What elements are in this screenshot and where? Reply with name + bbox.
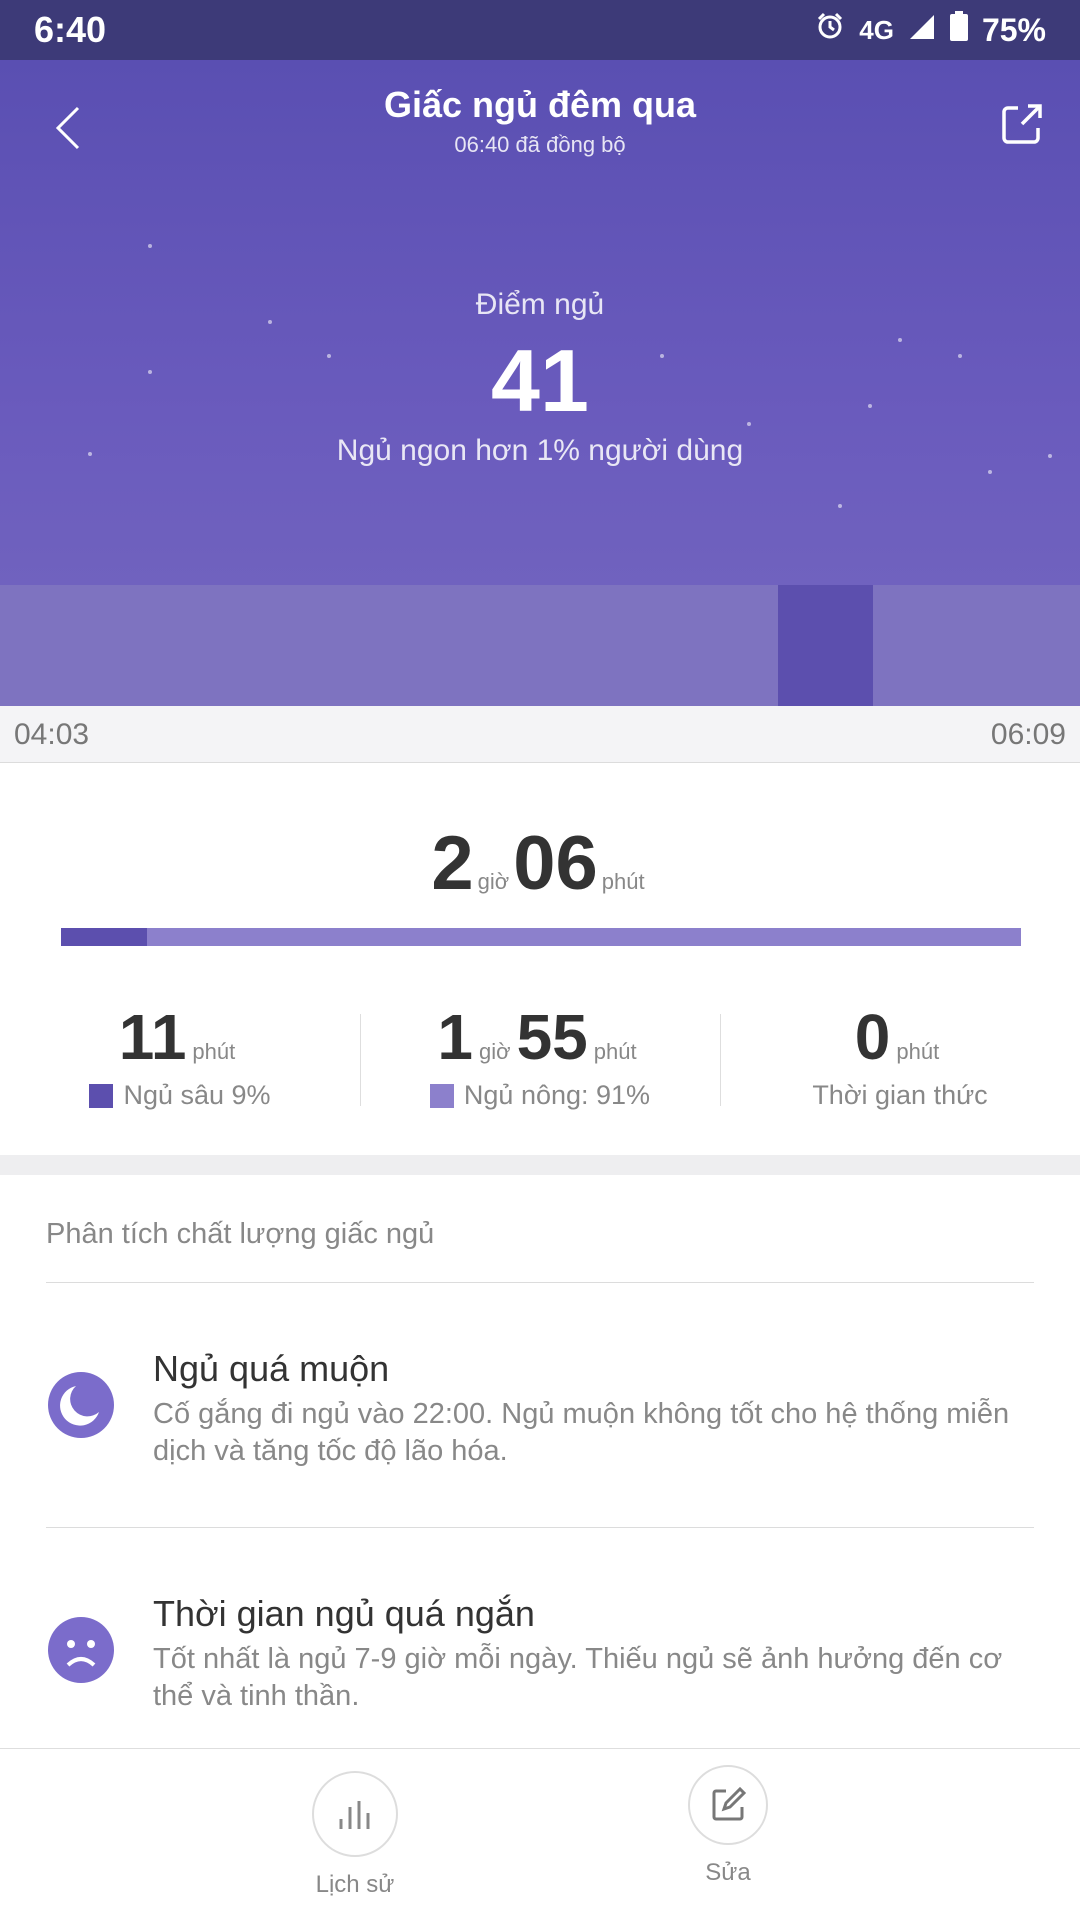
light-sleep-swatch	[429, 1083, 454, 1108]
divider	[46, 1282, 1034, 1283]
status-bar: 6:40 4G 75%	[0, 0, 1080, 60]
hours-unit: giờ	[477, 869, 510, 894]
awake-stat: 0 phút Thời gian thức	[720, 1000, 1080, 1110]
edit-button[interactable]: Sửa	[648, 1765, 808, 1887]
light-minutes-unit: phút	[593, 1039, 637, 1064]
history-button[interactable]: Lịch sử	[275, 1771, 435, 1899]
divider	[46, 1527, 1034, 1528]
total-duration: 2 giờ06 phút	[0, 820, 1080, 907]
battery-level: 75%	[981, 11, 1046, 48]
sync-status: 06:40 đã đồng bộ	[454, 132, 626, 157]
light-hours-unit: giờ	[479, 1039, 511, 1064]
sleep-ratio-bar	[61, 928, 1021, 946]
edit-icon	[688, 1765, 768, 1845]
sleep-score: 41	[491, 331, 589, 430]
share-icon	[1002, 104, 1042, 144]
edit-label: Sửa	[705, 1859, 751, 1886]
deep-sleep-value: 11	[118, 1001, 187, 1073]
awake-unit: phút	[896, 1039, 940, 1064]
duration-hours: 2	[431, 821, 474, 906]
bottom-action-bar: Lịch sử Sửa	[0, 1748, 1080, 1920]
score-label: Điểm ngủ	[475, 288, 605, 321]
sleep-stats: 11 phút Ngủ sâu 9% 1 giờ55 phút Ngủ nông: 9…	[0, 1000, 1080, 1110]
history-label: Lịch sử	[315, 1871, 395, 1898]
chart-icon	[312, 1771, 398, 1857]
signal-icon	[908, 12, 936, 49]
deep-sleep-unit: phút	[192, 1039, 236, 1064]
duration-minutes: 06	[513, 821, 598, 906]
battery-icon	[949, 11, 968, 49]
deep-sleep-segment	[778, 585, 873, 706]
deep-sleep-label: Ngủ sâu 9%	[123, 1080, 271, 1110]
analysis-heading: Phân tích chất lượng giấc ngủ	[46, 1218, 435, 1250]
alarm-icon	[815, 11, 845, 49]
sad-face-icon	[48, 1617, 114, 1683]
awake-value: 0	[854, 1001, 891, 1073]
analysis-item-title: Ngủ quá muộn	[153, 1348, 390, 1389]
score-description: Ngủ ngon hơn 1% người dùng	[336, 434, 744, 467]
light-sleep-minutes: 55	[516, 1001, 588, 1073]
share-button[interactable]	[998, 98, 1048, 148]
timeline-start: 04:03	[14, 718, 90, 751]
minutes-unit: phút	[601, 869, 645, 894]
awake-label: Thời gian thức	[812, 1080, 988, 1110]
section-separator	[0, 1155, 1080, 1175]
sleep-hero: Giấc ngủ đêm qua 06:40 đã đồng bộ Điểm n…	[0, 60, 1080, 706]
network-type: 4G	[859, 14, 894, 45]
moon-icon	[48, 1372, 114, 1438]
deep-sleep-stat: 11 phút Ngủ sâu 9%	[0, 1000, 360, 1110]
light-sleep-label: Ngủ nông: 91%	[463, 1080, 651, 1110]
sleep-timeline-chart[interactable]	[0, 585, 1080, 706]
status-time: 6:40	[34, 9, 107, 50]
light-sleep-stat: 1 giờ55 phút Ngủ nông: 91%	[360, 1000, 720, 1110]
timeline-axis: 04:03 06:09	[0, 706, 1080, 763]
timeline-end: 06:09	[990, 718, 1066, 751]
light-sleep-hours: 1	[437, 1001, 473, 1073]
deep-sleep-swatch	[89, 1083, 114, 1108]
analysis-item-description: Cố gắng đi ngủ vào 22:00. Ngủ muộn không…	[153, 1398, 1010, 1467]
deep-sleep-fill	[61, 928, 148, 946]
analysis-item-title: Thời gian ngủ quá ngắn	[153, 1593, 535, 1634]
page-title: Giấc ngủ đêm qua	[383, 84, 697, 125]
analysis-item-description: Tốt nhất là ngủ 7-9 giờ mỗi ngày. Thiếu …	[153, 1643, 1003, 1712]
